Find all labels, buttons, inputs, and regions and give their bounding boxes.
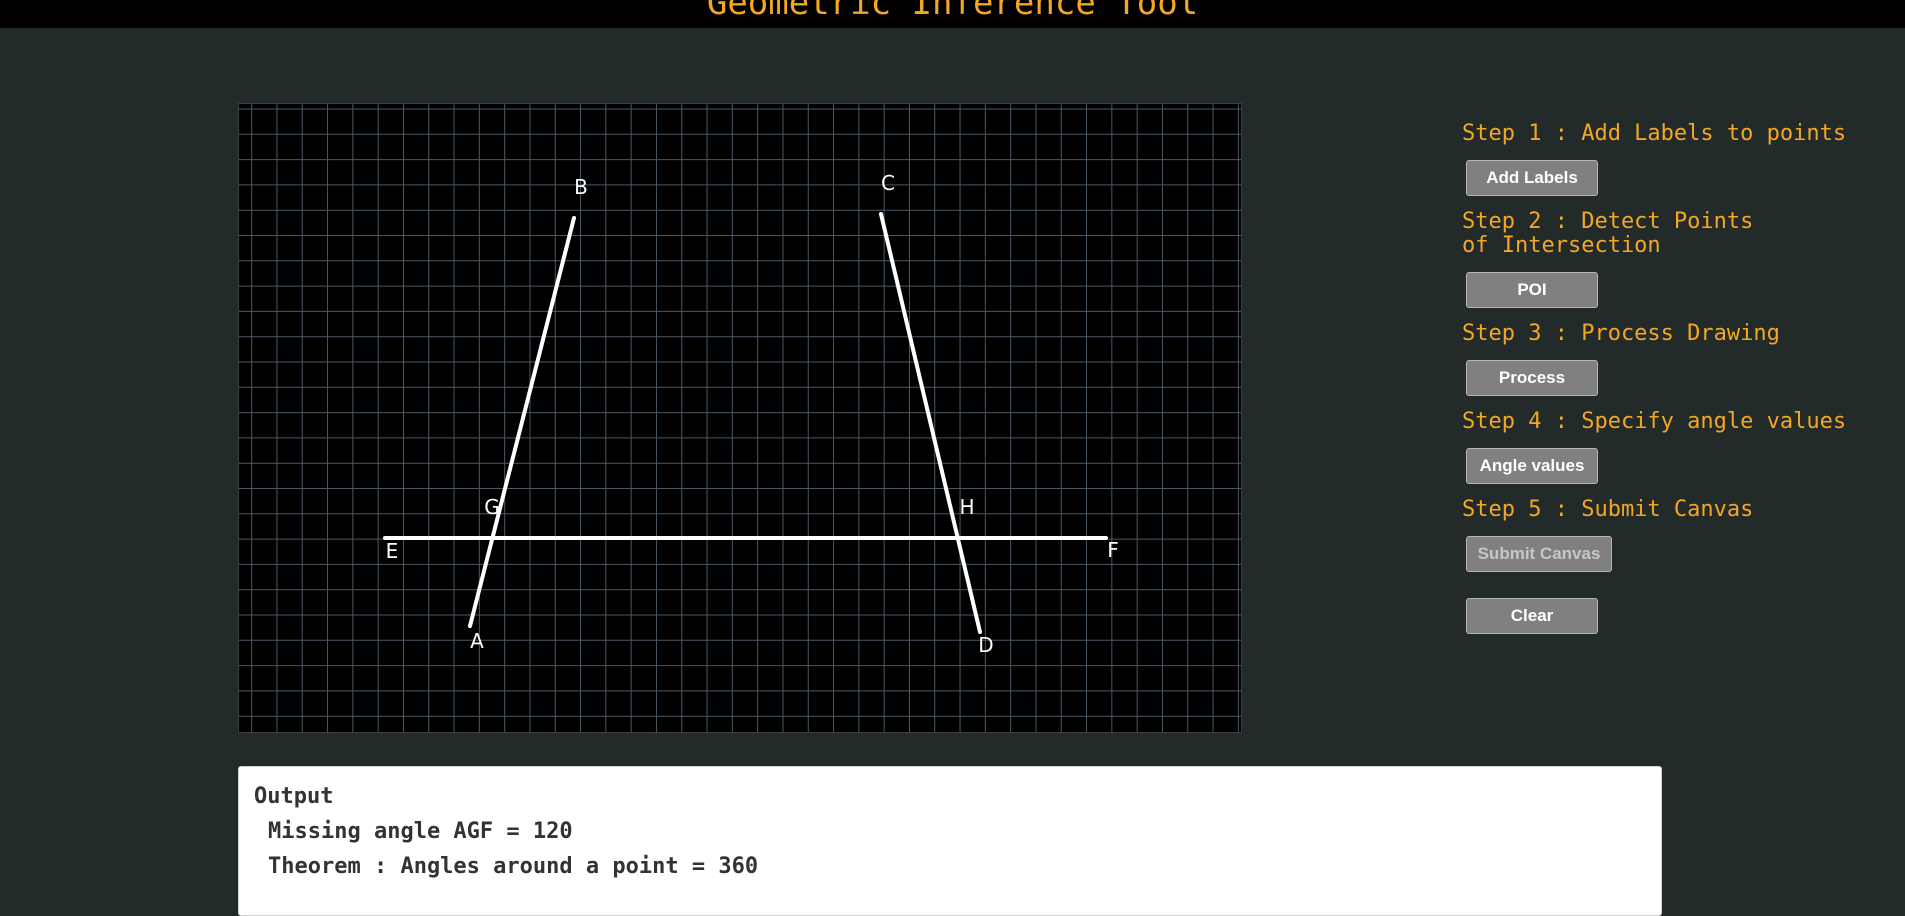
submit-canvas-button[interactable]: Submit Canvas bbox=[1466, 536, 1612, 572]
point-label-c: C bbox=[881, 171, 895, 195]
output-line-angle: Missing angle AGF = 120 bbox=[268, 819, 573, 844]
step-3-label: Step 3 : Process Drawing bbox=[1462, 321, 1780, 346]
step-4-label: Step 4 : Specify angle values bbox=[1462, 409, 1847, 434]
canvas-grid bbox=[239, 104, 1241, 732]
drawn-lines bbox=[383, 212, 1108, 634]
line-cd bbox=[879, 212, 982, 634]
output-heading: Output bbox=[254, 784, 334, 809]
point-label-e: E bbox=[386, 539, 399, 563]
steps-panel: Step 1 : Add Labels to points Add Labels… bbox=[1462, 122, 1882, 634]
point-label-g: G bbox=[484, 495, 500, 519]
clear-button[interactable]: Clear bbox=[1466, 598, 1598, 634]
output-panel: Output Missing angle AGF = 120 Theorem :… bbox=[238, 766, 1662, 916]
point-label-h: H bbox=[959, 495, 974, 519]
add-labels-button[interactable]: Add Labels bbox=[1466, 160, 1598, 196]
app-title: Geometric Inference Tool bbox=[706, 0, 1199, 23]
step-2-label: Step 2 : Detect Points of Intersection bbox=[1462, 209, 1754, 258]
point-label-d: D bbox=[978, 633, 993, 657]
poi-button[interactable]: POI bbox=[1466, 272, 1598, 308]
step-1-label: Step 1 : Add Labels to points bbox=[1462, 121, 1847, 146]
point-label-a: A bbox=[470, 629, 484, 653]
angle-values-button[interactable]: Angle values bbox=[1466, 448, 1598, 484]
point-labels: A B C D E F G H bbox=[386, 171, 1119, 657]
title-bar: Geometric Inference Tool bbox=[0, 0, 1905, 28]
point-label-f: F bbox=[1107, 538, 1119, 562]
output-line-theorem: Theorem : Angles around a point = 360 bbox=[268, 854, 759, 879]
process-button[interactable]: Process bbox=[1466, 360, 1598, 396]
step-5-label: Step 5 : Submit Canvas bbox=[1462, 497, 1754, 522]
point-label-b: B bbox=[574, 175, 588, 199]
drawing-canvas[interactable]: A B C D E F G H bbox=[238, 103, 1242, 733]
